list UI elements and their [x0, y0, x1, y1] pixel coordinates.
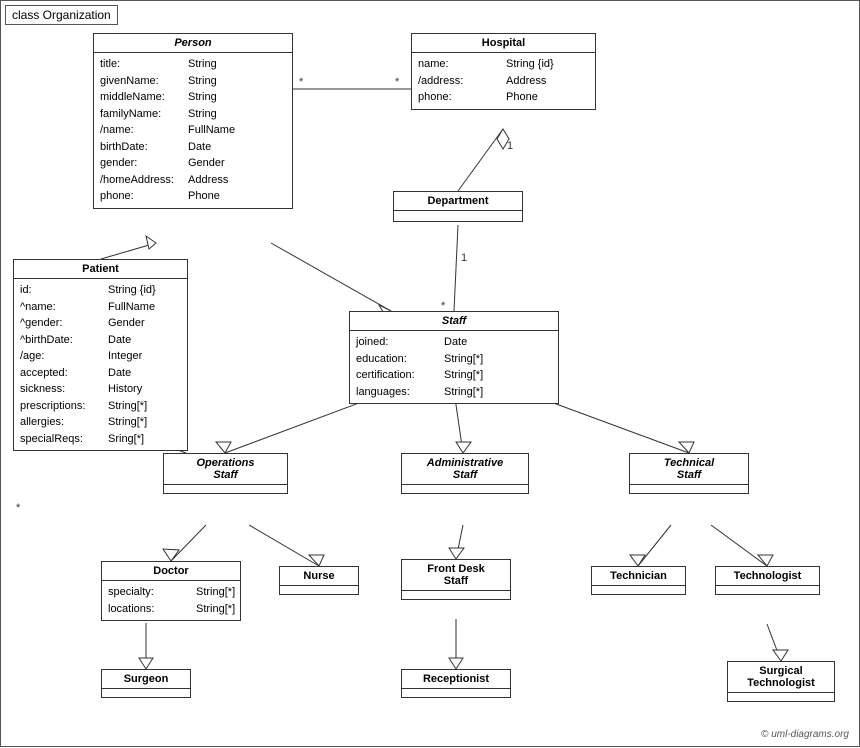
patient-class-header: Patient: [14, 260, 187, 279]
uml-diagram: class Organization * * 1 * 1 *: [0, 0, 860, 747]
surgeon-class: Surgeon: [101, 669, 191, 698]
receptionist-class: Receptionist: [401, 669, 511, 698]
doctor-class-body: specialty:String[*] locations:String[*]: [102, 581, 240, 620]
nurse-class-header: Nurse: [280, 567, 358, 586]
surgeon-header: Surgeon: [102, 670, 190, 689]
person-class: Person title:String givenName:String mid…: [93, 33, 293, 209]
department-class-header: Department: [394, 192, 522, 211]
person-class-header: Person: [94, 34, 292, 53]
admin-staff-class: AdministrativeStaff: [401, 453, 529, 494]
technician-class: Technician: [591, 566, 686, 595]
technologist-class: Technologist: [715, 566, 820, 595]
svg-text:*: *: [16, 502, 21, 514]
department-class-body: [394, 211, 522, 221]
staff-class-body: joined:Date education:String[*] certific…: [350, 331, 558, 403]
svg-text:*: *: [299, 76, 304, 88]
doctor-class-header: Doctor: [102, 562, 240, 581]
svg-text:1: 1: [461, 252, 467, 264]
technical-staff-header: TechnicalStaff: [630, 454, 748, 485]
patient-class: Patient id:String {id} ^name:FullName ^g…: [13, 259, 188, 451]
operations-staff-header: OperationsStaff: [164, 454, 287, 485]
patient-class-body: id:String {id} ^name:FullName ^gender:Ge…: [14, 279, 187, 450]
staff-class: Staff joined:Date education:String[*] ce…: [349, 311, 559, 404]
technologist-header: Technologist: [716, 567, 819, 586]
hospital-class-header: Hospital: [412, 34, 595, 53]
hospital-class: Hospital name:String {id} /address:Addre…: [411, 33, 596, 110]
surgical-tech-header: SurgicalTechnologist: [728, 662, 834, 693]
nurse-class: Nurse: [279, 566, 359, 595]
staff-class-header: Staff: [350, 312, 558, 331]
copyright-text: © uml-diagrams.org: [761, 729, 849, 740]
person-class-body: title:String givenName:String middleName…: [94, 53, 292, 208]
diagram-title: class Organization: [5, 5, 118, 25]
hospital-class-body: name:String {id} /address:Address phone:…: [412, 53, 595, 109]
department-class: Department: [393, 191, 523, 222]
admin-staff-header: AdministrativeStaff: [402, 454, 528, 485]
front-desk-header: Front DeskStaff: [402, 560, 510, 591]
receptionist-header: Receptionist: [402, 670, 510, 689]
front-desk-class: Front DeskStaff: [401, 559, 511, 600]
svg-text:*: *: [395, 76, 400, 88]
technician-header: Technician: [592, 567, 685, 586]
surgical-tech-class: SurgicalTechnologist: [727, 661, 835, 702]
doctor-class: Doctor specialty:String[*] locations:Str…: [101, 561, 241, 621]
operations-staff-class: OperationsStaff: [163, 453, 288, 494]
technical-staff-class: TechnicalStaff: [629, 453, 749, 494]
svg-text:1: 1: [507, 140, 513, 152]
